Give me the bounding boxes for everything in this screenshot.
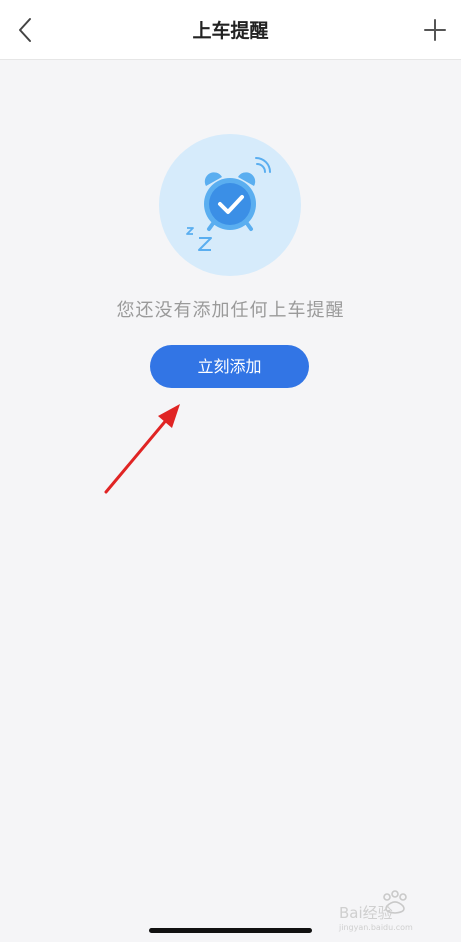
add-now-button[interactable]: 立刻添加 xyxy=(150,345,309,388)
home-indicator[interactable] xyxy=(149,928,312,933)
empty-state-message: 您还没有添加任何上车提醒 xyxy=(116,300,345,321)
alarm-clock-check-icon xyxy=(159,134,301,276)
page-title: 上车提醒 xyxy=(192,20,269,42)
svg-text:Bai经验: Bai经验 xyxy=(339,904,393,922)
svg-text:jingyan.baidu.com: jingyan.baidu.com xyxy=(338,923,413,932)
annotation-arrow-icon xyxy=(104,404,180,494)
plus-icon xyxy=(424,19,446,41)
nav-bar: 上车提醒 xyxy=(0,0,461,60)
add-button[interactable] xyxy=(421,16,449,44)
empty-illustration xyxy=(159,134,301,276)
screen: 上车提醒 您还没有添加任何上车提醒 立刻添加 Bai经验 jingyan.bai… xyxy=(0,0,461,942)
watermark-logo: Bai经验 jingyan.baidu.com xyxy=(338,890,413,932)
